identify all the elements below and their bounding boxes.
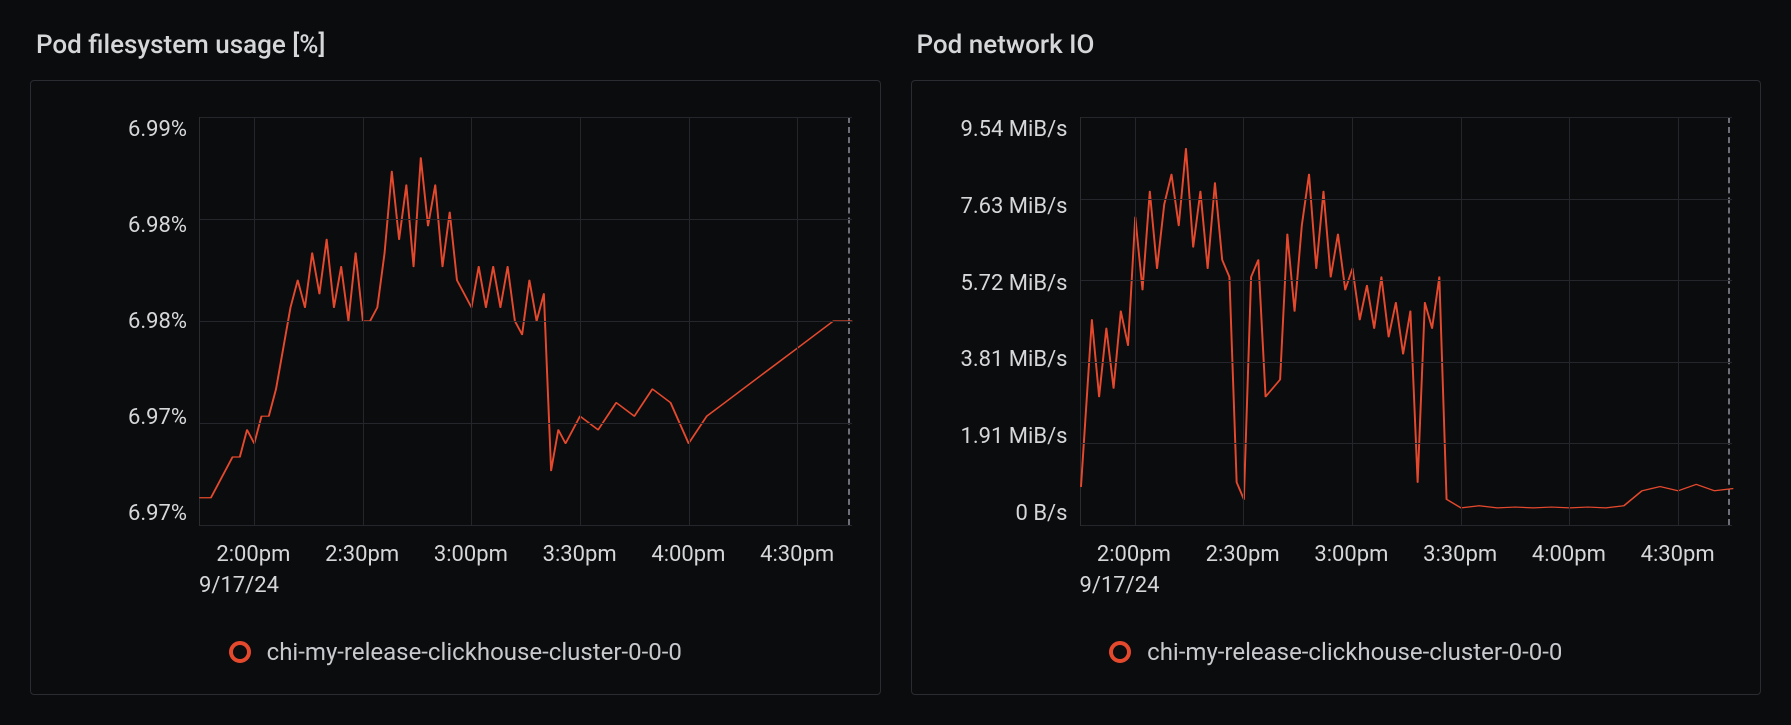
x-tick: 3:00pm bbox=[417, 542, 526, 567]
gridline-v bbox=[1352, 117, 1353, 525]
panel-title: Pod filesystem usage [%] bbox=[30, 20, 881, 80]
gridline-v bbox=[254, 117, 255, 525]
panels-row: Pod filesystem usage [%] 6.99% 6.98% 6.98%… bbox=[0, 0, 1791, 725]
plot[interactable] bbox=[199, 117, 852, 526]
legend-marker-icon bbox=[229, 641, 251, 663]
x-tick: 2:00pm bbox=[1080, 542, 1189, 567]
gridline-h bbox=[200, 525, 852, 526]
y-tick: 9.54 MiB/s bbox=[960, 117, 1067, 142]
x-axis: 2:00pm2:30pm3:00pm3:30pm4:00pm4:30pm bbox=[199, 526, 852, 567]
series-svg bbox=[1081, 117, 1733, 525]
gridline-v bbox=[689, 117, 690, 525]
x-tick: 2:30pm bbox=[308, 542, 417, 567]
y-tick: 0 B/s bbox=[1016, 501, 1068, 526]
gridline-v bbox=[1135, 117, 1136, 525]
gridline-v bbox=[1461, 117, 1462, 525]
plot[interactable] bbox=[1080, 117, 1733, 526]
y-axis: 6.99% 6.98% 6.98% 6.97% 6.97% bbox=[59, 117, 199, 526]
x-tick: 4:30pm bbox=[743, 542, 852, 567]
x-tick: 3:00pm bbox=[1297, 542, 1406, 567]
y-axis: 9.54 MiB/s 7.63 MiB/s 5.72 MiB/s 3.81 MiB/s… bbox=[940, 117, 1080, 526]
x-tick: 4:00pm bbox=[1515, 542, 1624, 567]
x-tick: 4:00pm bbox=[634, 542, 743, 567]
x-tick: 3:30pm bbox=[525, 542, 634, 567]
gridline-v bbox=[580, 117, 581, 525]
x-tick: 3:30pm bbox=[1406, 542, 1515, 567]
gridline-h bbox=[200, 423, 852, 424]
legend-label: chi-my-release-clickhouse-cluster-0-0-0 bbox=[267, 638, 682, 666]
gridline-v bbox=[363, 117, 364, 525]
legend[interactable]: chi-my-release-clickhouse-cluster-0-0-0 bbox=[940, 598, 1733, 666]
gridline-h bbox=[200, 219, 852, 220]
y-tick: 3.81 MiB/s bbox=[960, 347, 1067, 372]
x-tick: 2:30pm bbox=[1188, 542, 1297, 567]
gridline-h bbox=[1081, 443, 1733, 444]
gridline-v bbox=[471, 117, 472, 525]
legend[interactable]: chi-my-release-clickhouse-cluster-0-0-0 bbox=[59, 598, 852, 666]
gridline-h bbox=[1081, 362, 1733, 363]
y-tick: 6.97% bbox=[128, 501, 187, 526]
x-tick: 2:00pm bbox=[199, 542, 308, 567]
chart-card[interactable]: 9.54 MiB/s 7.63 MiB/s 5.72 MiB/s 3.81 MiB/s… bbox=[911, 80, 1762, 695]
panel-network: Pod network IO 9.54 MiB/s 7.63 MiB/s 5.72 … bbox=[911, 20, 1762, 695]
gridline-h bbox=[1081, 525, 1733, 526]
y-tick: 6.97% bbox=[128, 405, 187, 430]
plot-area: 6.99% 6.98% 6.98% 6.97% 6.97% bbox=[59, 117, 852, 526]
y-tick: 6.98% bbox=[128, 213, 187, 238]
chart-card[interactable]: 6.99%6.98%6.98%6.97%6.97% 2:00pm2:30pm3:… bbox=[30, 80, 881, 695]
gridline-v bbox=[1678, 117, 1679, 525]
series-line bbox=[200, 158, 852, 498]
y-tick: 6.99% bbox=[128, 117, 187, 142]
x-date: 9/17/24 bbox=[199, 567, 852, 598]
panel-filesystem: Pod filesystem usage [%] 6.99% 6.98% 6.98%… bbox=[30, 20, 881, 695]
gridline-h bbox=[200, 117, 852, 118]
x-axis: 2:00pm2:30pm3:00pm3:30pm4:00pm4:30pm bbox=[1080, 526, 1733, 567]
gridline-h bbox=[1081, 199, 1733, 200]
legend-marker-icon bbox=[1109, 641, 1131, 663]
y-tick: 1.91 MiB/s bbox=[960, 424, 1067, 449]
gridline-v bbox=[797, 117, 798, 525]
x-tick: 4:30pm bbox=[1623, 542, 1732, 567]
y-tick: 7.63 MiB/s bbox=[960, 194, 1067, 219]
gridline-v bbox=[1243, 117, 1244, 525]
gridline-h bbox=[1081, 280, 1733, 281]
y-tick: 6.98% bbox=[128, 309, 187, 334]
series-line bbox=[1081, 149, 1733, 508]
legend-label: chi-my-release-clickhouse-cluster-0-0-0 bbox=[1147, 638, 1562, 666]
gridline-h bbox=[200, 321, 852, 322]
y-tick: 5.72 MiB/s bbox=[960, 271, 1067, 296]
x-date: 9/17/24 bbox=[1080, 567, 1733, 598]
panel-title: Pod network IO bbox=[911, 20, 1762, 80]
plot-area: 9.54 MiB/s 7.63 MiB/s 5.72 MiB/s 3.81 MiB/s… bbox=[940, 117, 1733, 526]
gridline-h bbox=[1081, 117, 1733, 118]
gridline-v bbox=[1569, 117, 1570, 525]
